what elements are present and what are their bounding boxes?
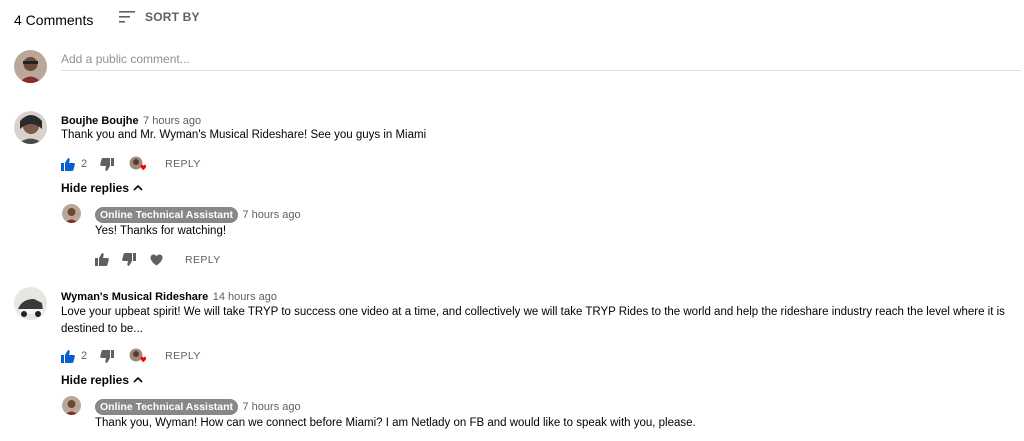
creator-heart [129, 156, 147, 172]
hide-replies-button[interactable]: Hide replies [61, 181, 143, 195]
sort-by-button[interactable]: SORT BY [119, 10, 200, 24]
creator-heart [129, 348, 147, 364]
avatar [14, 287, 47, 320]
hide-replies-label: Hide replies [61, 373, 130, 387]
like-button[interactable] [61, 349, 75, 363]
thumbs-down-icon [100, 349, 115, 363]
hide-replies-button[interactable]: Hide replies [61, 373, 143, 387]
reply-text: Thank you, Wyman! How can we connect bef… [95, 417, 696, 429]
comment-count: 4 Comments [14, 12, 94, 28]
dislike-button[interactable] [100, 157, 115, 171]
reply-time[interactable]: 7 hours ago [243, 401, 301, 413]
comment-input[interactable] [61, 48, 1021, 71]
chevron-up-icon [133, 185, 143, 191]
like-count: 2 [81, 158, 88, 170]
dislike-button[interactable] [100, 349, 115, 363]
avatar [14, 111, 47, 144]
heart-icon [150, 254, 163, 265]
sort-icon [119, 11, 135, 23]
reply-author-badge[interactable]: Online Technical Assistant [95, 207, 239, 223]
thumbs-down-icon [100, 157, 115, 171]
sort-by-label: SORT BY [145, 10, 200, 24]
heart-button[interactable] [150, 254, 163, 266]
like-button[interactable] [61, 157, 75, 171]
reply-time[interactable]: 7 hours ago [243, 209, 301, 221]
dislike-button[interactable] [122, 253, 136, 266]
reply-button[interactable]: REPLY [185, 254, 221, 266]
hide-replies-label: Hide replies [61, 181, 130, 195]
like-button[interactable] [95, 253, 109, 266]
like-count: 2 [81, 350, 88, 362]
comment-text: Love your upbeat spirit! We will take TR… [61, 306, 1005, 335]
reply-text: Yes! Thanks for watching! [95, 225, 227, 237]
comment-author[interactable]: Boujhe Boujhe [61, 115, 139, 127]
comment-text: Thank you and Mr. Wyman's Musical Ridesh… [61, 129, 427, 141]
avatar [62, 396, 81, 415]
thumbs-up-icon [95, 253, 109, 266]
chevron-up-icon [133, 377, 143, 383]
thumbs-up-icon [61, 349, 75, 363]
thumbs-down-icon [122, 253, 136, 266]
creator-heart-icon [129, 348, 147, 362]
reply-author-badge[interactable]: Online Technical Assistant [95, 399, 239, 415]
reply-button[interactable]: REPLY [165, 350, 201, 362]
comment-time[interactable]: 14 hours ago [213, 291, 277, 303]
comment-time[interactable]: 7 hours ago [143, 115, 201, 127]
current-user-avatar [14, 50, 47, 83]
comment-author[interactable]: Wyman's Musical Rideshare [61, 291, 208, 303]
thumbs-up-icon [61, 157, 75, 171]
avatar [62, 204, 81, 223]
reply-button[interactable]: REPLY [165, 158, 201, 170]
creator-heart-icon [129, 156, 147, 170]
